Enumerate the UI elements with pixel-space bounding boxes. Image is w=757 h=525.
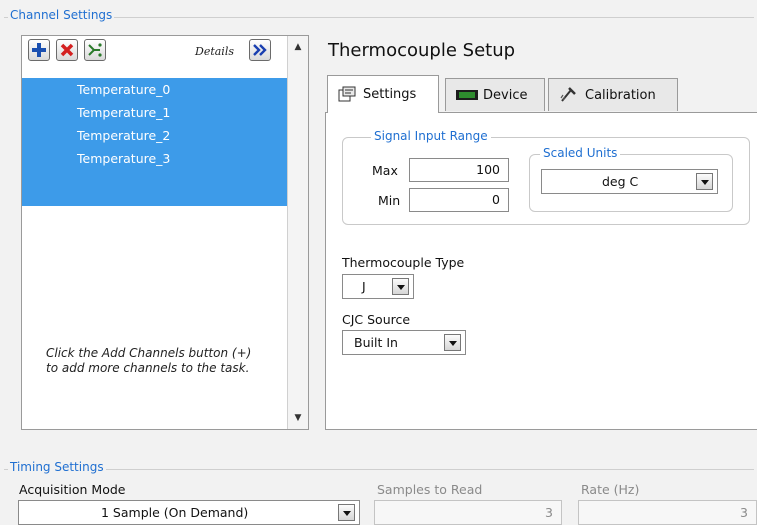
chevron-down-icon[interactable] bbox=[696, 173, 713, 190]
scaled-units-select[interactable]: deg C bbox=[541, 169, 718, 194]
min-input[interactable]: 0 bbox=[409, 188, 509, 212]
samples-to-read-label: Samples to Read bbox=[377, 482, 483, 497]
details-toggle-button[interactable] bbox=[249, 39, 271, 61]
max-label: Max bbox=[372, 163, 398, 178]
tab-device-label: Device bbox=[483, 87, 528, 103]
signal-input-range-group: Signal Input Range Max 100 Min 0 Scaled … bbox=[342, 129, 750, 225]
channel-list: Details Temperature_0 Temperature_1 Temp… bbox=[22, 36, 288, 429]
settings-icon bbox=[338, 86, 356, 101]
scroll-down-icon[interactable]: ▼ bbox=[288, 413, 308, 423]
add-channels-help-text: Click the Add Channels button (+) to add… bbox=[46, 346, 252, 375]
x-icon bbox=[60, 43, 74, 57]
acquisition-mode-select[interactable]: 1 Sample (On Demand) bbox=[18, 500, 360, 525]
timing-settings-divider bbox=[4, 469, 754, 470]
cjc-source-select[interactable]: Built In bbox=[342, 330, 466, 355]
tab-calibration-label: Calibration bbox=[585, 87, 656, 103]
channel-settings-title: Channel Settings bbox=[8, 8, 115, 22]
tab-calibration[interactable]: Calibration bbox=[548, 78, 678, 111]
rate-label: Rate (Hz) bbox=[581, 482, 640, 497]
channel-settings-divider bbox=[4, 17, 754, 18]
chevron-down-icon[interactable] bbox=[444, 334, 461, 351]
channel-list-item[interactable]: Temperature_1 bbox=[22, 101, 287, 124]
max-input[interactable]: 100 bbox=[409, 158, 509, 182]
device-icon bbox=[456, 90, 478, 100]
thermocouple-type-label: Thermocouple Type bbox=[342, 255, 465, 270]
channel-config-icon bbox=[88, 43, 102, 57]
timing-settings-title: Timing Settings bbox=[8, 460, 106, 474]
min-label: Min bbox=[378, 193, 401, 208]
channel-list-scrollbar[interactable]: ▲ ▼ bbox=[287, 36, 308, 429]
channel-list-item[interactable]: Temperature_2 bbox=[22, 124, 287, 147]
cjc-source-value: Built In bbox=[354, 335, 398, 350]
scaled-units-group: Scaled Units deg C bbox=[529, 146, 733, 212]
scroll-up-icon[interactable]: ▲ bbox=[288, 42, 308, 52]
thermocouple-setup-title: Thermocouple Setup bbox=[328, 40, 516, 61]
signal-input-range-title: Signal Input Range bbox=[371, 129, 491, 143]
channel-items: Temperature_0 Temperature_1 Temperature_… bbox=[22, 78, 287, 206]
cjc-source-label: CJC Source bbox=[342, 312, 411, 327]
add-channel-button[interactable] bbox=[28, 39, 50, 61]
scaled-units-title: Scaled Units bbox=[540, 146, 621, 160]
channel-list-item[interactable]: Temperature_0 bbox=[22, 78, 287, 101]
rate-input[interactable]: 3 bbox=[578, 500, 757, 525]
double-chevron-right-icon bbox=[253, 44, 267, 56]
thermocouple-type-value: J bbox=[362, 279, 366, 294]
plus-icon bbox=[32, 43, 46, 57]
acquisition-mode-value: 1 Sample (On Demand) bbox=[101, 505, 249, 520]
details-label: Details bbox=[195, 45, 234, 58]
settings-tab-panel: Signal Input Range Max 100 Min 0 Scaled … bbox=[325, 112, 757, 430]
tab-settings-label: Settings bbox=[363, 87, 417, 102]
tab-settings[interactable]: Settings bbox=[327, 75, 439, 113]
tab-device[interactable]: Device bbox=[445, 78, 545, 111]
calibration-icon bbox=[560, 87, 576, 102]
channel-list-item[interactable]: Temperature_3 bbox=[22, 147, 287, 170]
chevron-down-icon[interactable] bbox=[392, 278, 409, 295]
thermocouple-type-select[interactable]: J bbox=[342, 274, 414, 299]
remove-channel-button[interactable] bbox=[56, 39, 78, 61]
scaled-units-value: deg C bbox=[602, 174, 639, 189]
channel-list-panel: Details Temperature_0 Temperature_1 Temp… bbox=[21, 35, 309, 430]
acquisition-mode-label: Acquisition Mode bbox=[19, 482, 126, 497]
configure-channel-button[interactable] bbox=[84, 39, 106, 61]
chevron-down-icon[interactable] bbox=[338, 504, 355, 521]
samples-to-read-input[interactable]: 3 bbox=[374, 500, 562, 525]
